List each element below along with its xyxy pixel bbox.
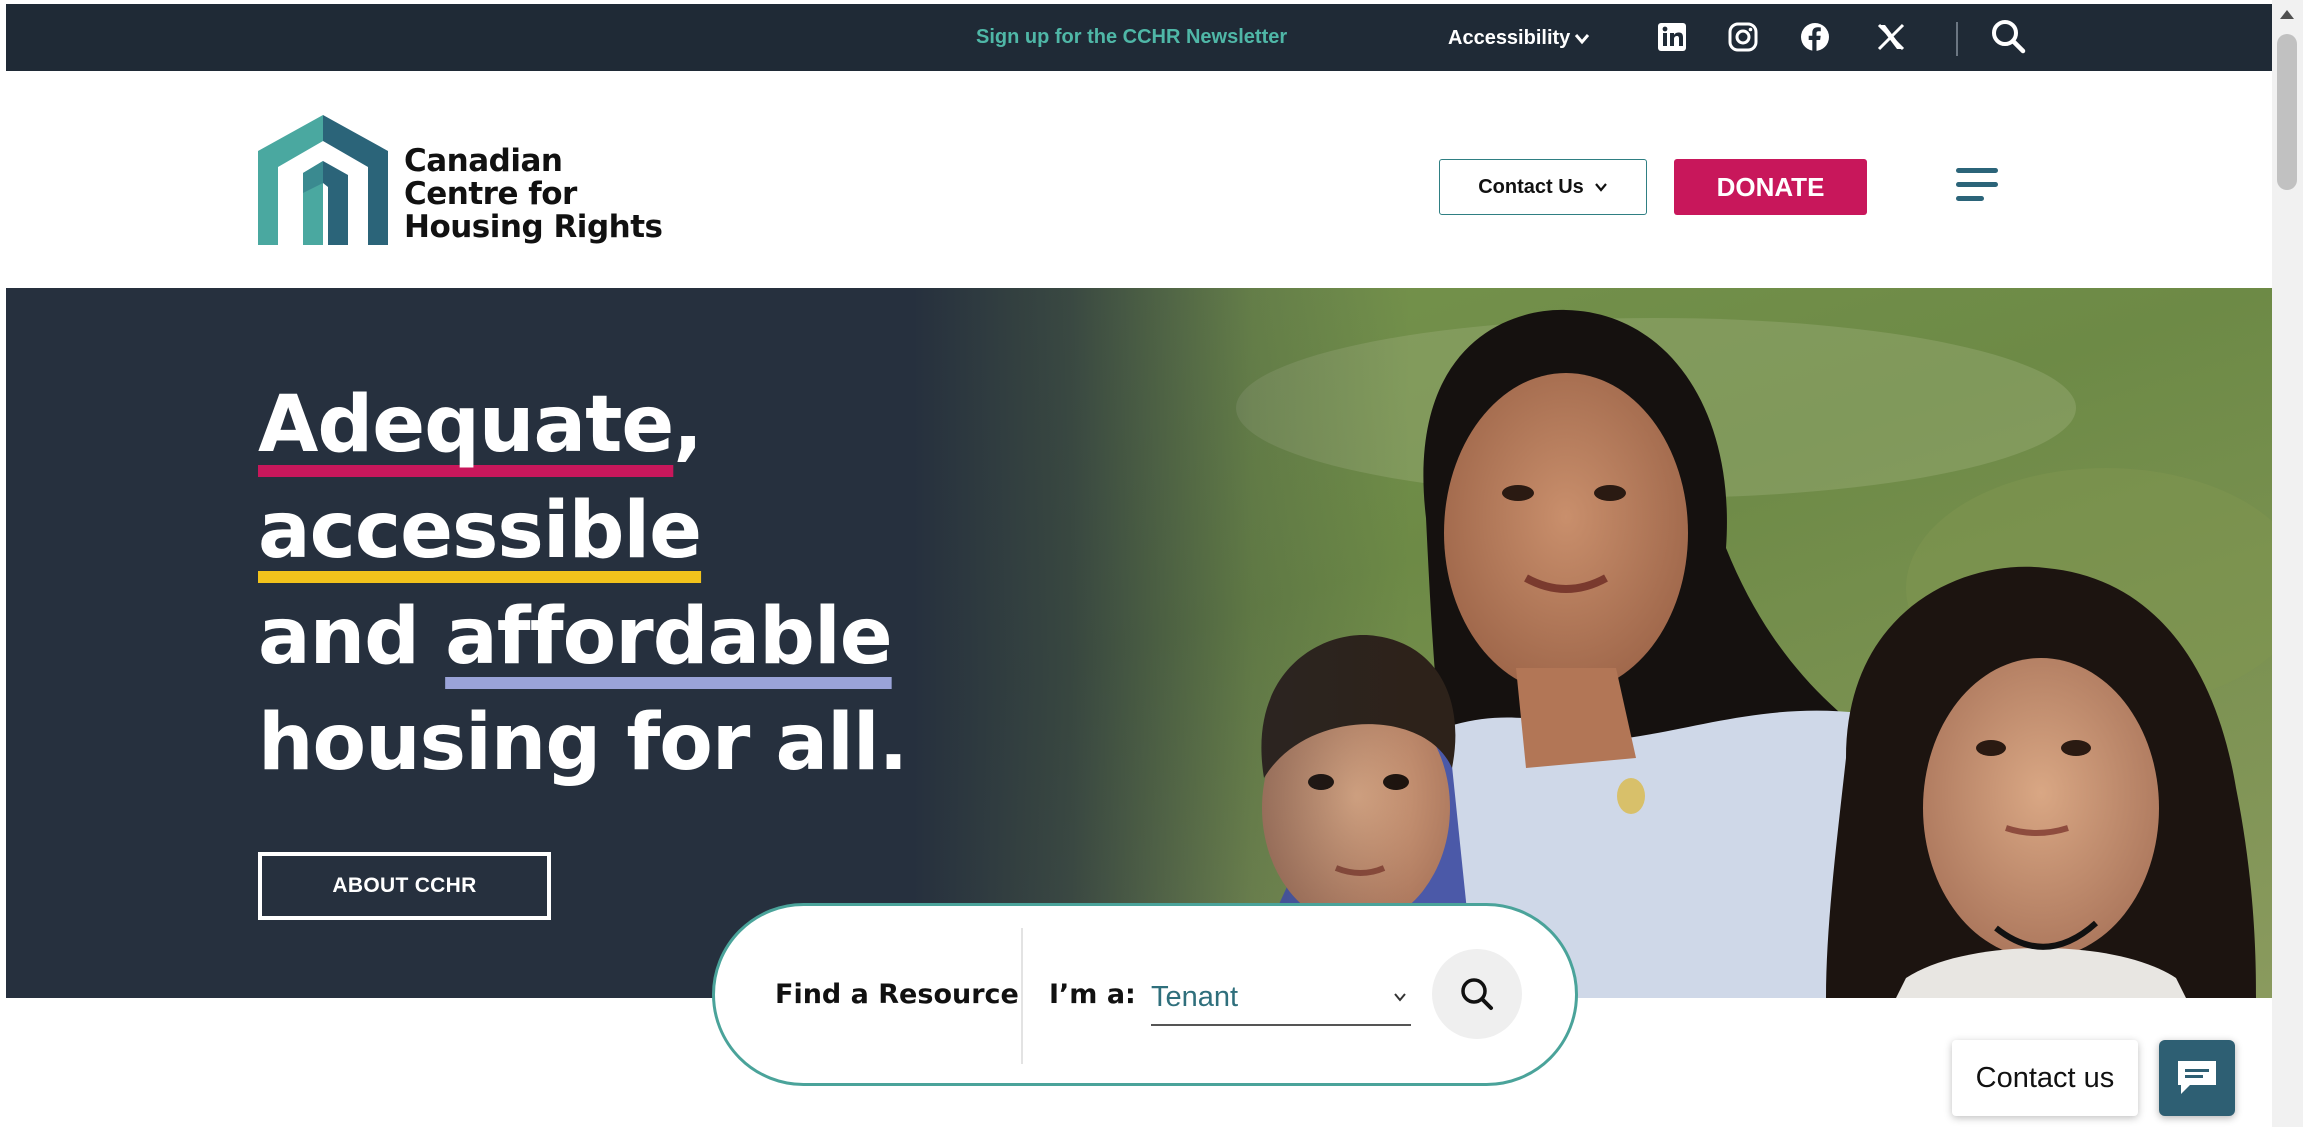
chevron-down-icon (1575, 33, 1590, 44)
linkedin-icon[interactable] (1655, 20, 1689, 54)
logo-line-3: Housing Rights (404, 209, 663, 245)
search-icon (1461, 978, 1493, 1010)
page: Sign up for the CCHR Newsletter Accessib… (6, 4, 2272, 1127)
facebook-icon[interactable] (1798, 20, 1832, 54)
find-resource-label: Find a Resource (775, 979, 1019, 1010)
role-select-value: Tenant (1151, 980, 1239, 1013)
hamburger-icon[interactable] (1956, 165, 2000, 205)
headline-line-1: Adequate, (258, 372, 907, 478)
accessibility-label: Accessibility (1448, 27, 1571, 49)
logo-line-2: Centre for (404, 176, 577, 212)
hero-headline: Adequate, accessible and affordable hous… (258, 372, 908, 796)
word-adequate: Adequate (258, 380, 674, 470)
floating-contact-label[interactable]: Contact us (1952, 1040, 2138, 1116)
accessibility-menu[interactable]: Accessibility (1448, 27, 1590, 50)
headline-line-2: accessible (258, 478, 907, 584)
logo-wordmark: Canadian Centre for Housing Rights (404, 143, 663, 245)
scroll-up-arrow-icon[interactable] (2280, 10, 2294, 19)
chevron-down-icon (1394, 993, 1406, 1002)
contact-us-button[interactable]: Contact Us (1439, 159, 1647, 215)
about-cchr-button[interactable]: ABOUT CCHR (258, 852, 551, 920)
headline-line-3: and affordable (258, 584, 907, 690)
hero-banner: Adequate, accessible and affordable hous… (6, 288, 2272, 998)
im-a-label: I’m a: (1049, 979, 1136, 1010)
logo[interactable]: Canadian Centre for Housing Rights (258, 115, 663, 245)
instagram-icon[interactable] (1726, 20, 1760, 54)
chevron-down-icon (1594, 183, 1607, 192)
scrollbar-thumb[interactable] (2277, 34, 2297, 190)
headline-line-4: housing for all. (258, 698, 908, 788)
word-and: and (258, 592, 446, 682)
contact-us-label: Contact Us (1478, 175, 1584, 198)
find-resource-widget: Find a Resource I’m a: Tenant (712, 903, 1578, 1086)
logo-line-1: Canadian (404, 143, 563, 179)
search-icon[interactable] (1988, 16, 2028, 56)
logo-house-icon (258, 115, 388, 245)
donate-button[interactable]: DONATE (1674, 159, 1867, 215)
role-select[interactable]: Tenant (1151, 970, 1411, 1026)
finder-divider (1021, 928, 1023, 1064)
word-affordable: affordable (445, 592, 892, 682)
top-bar: Sign up for the CCHR Newsletter Accessib… (6, 4, 2272, 71)
newsletter-link[interactable]: Sign up for the CCHR Newsletter (976, 26, 1287, 49)
finder-search-button[interactable] (1432, 949, 1522, 1039)
x-icon[interactable] (1874, 20, 1908, 54)
chat-icon (2178, 1061, 2216, 1094)
topbar-divider (1956, 22, 1958, 56)
word-accessible: accessible (258, 486, 702, 576)
site-header: Canadian Centre for Housing Rights Conta… (6, 71, 2272, 288)
chat-button[interactable] (2159, 1040, 2235, 1116)
headline-comma: , (673, 380, 703, 470)
